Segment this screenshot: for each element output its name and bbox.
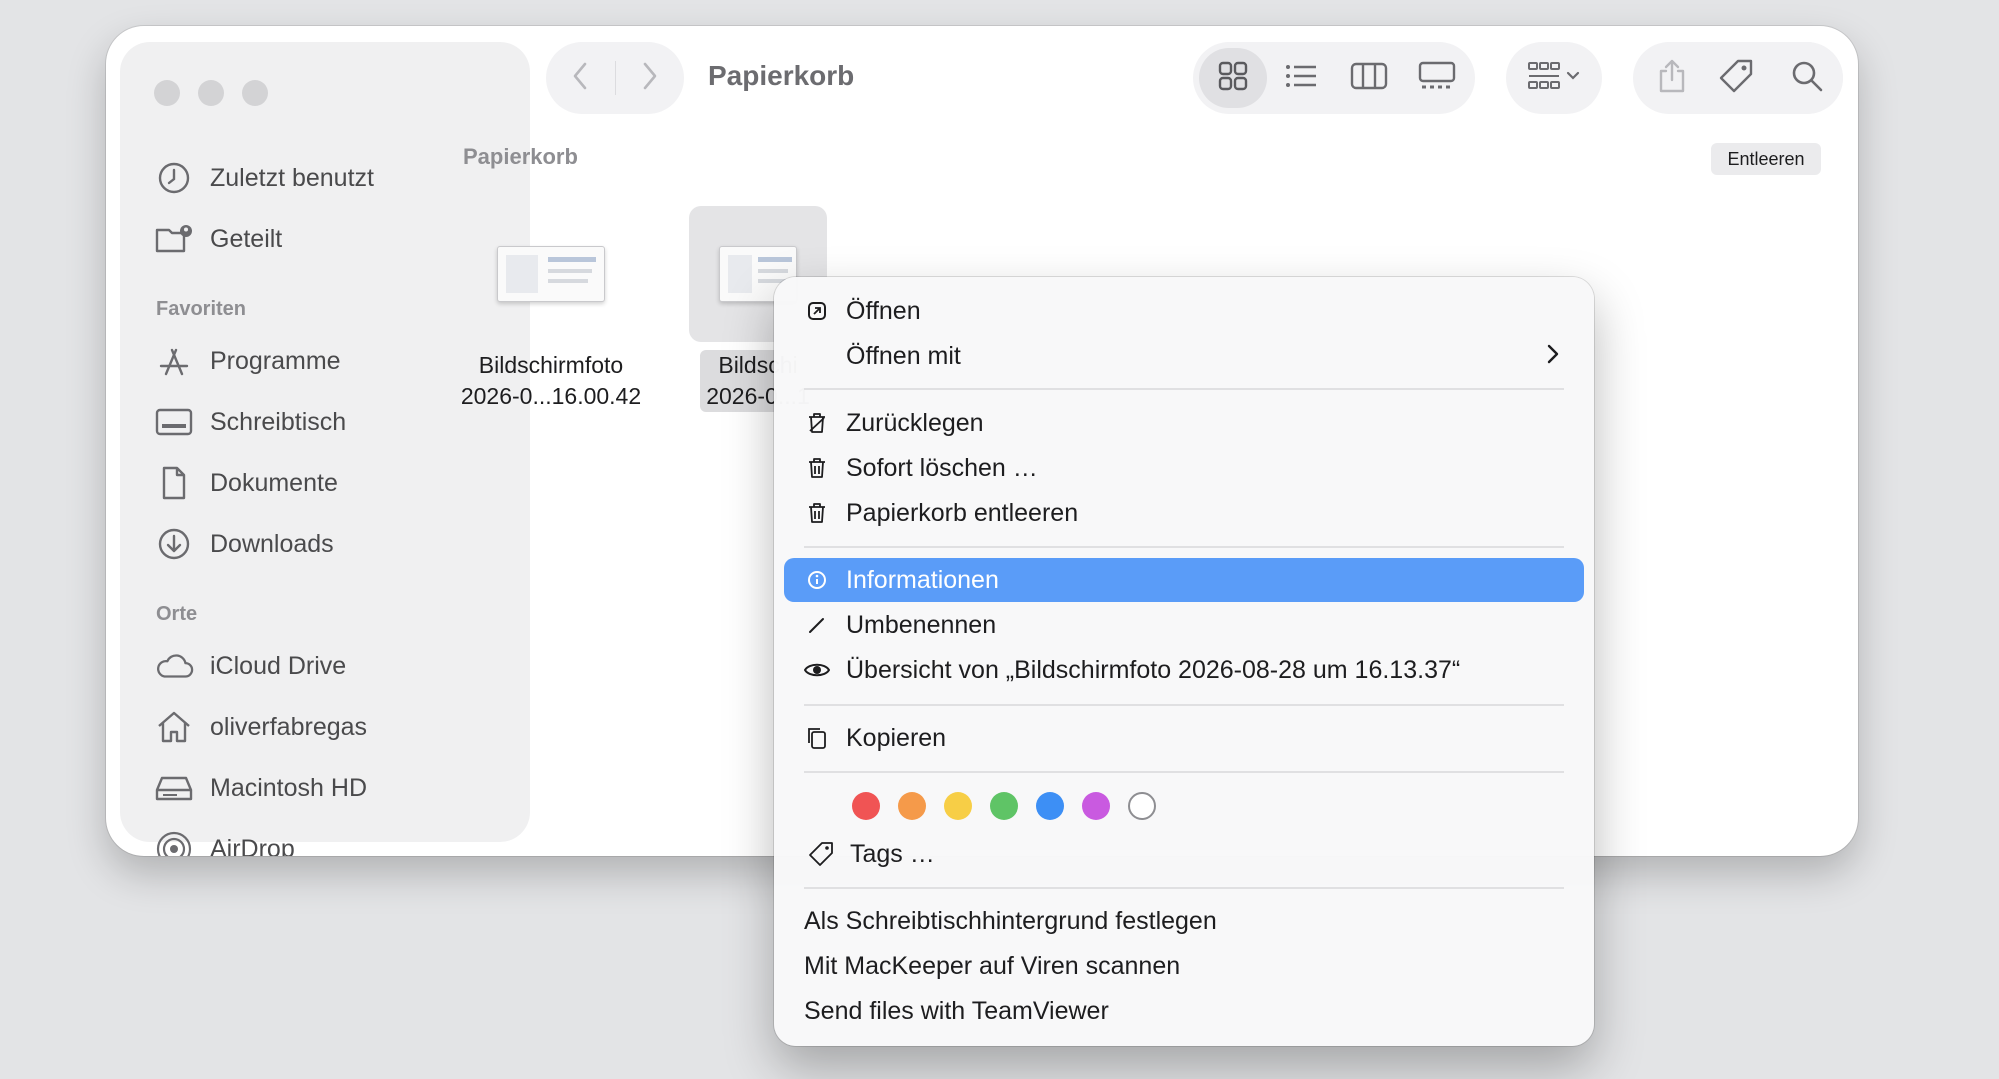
sidebar-item-airdrop[interactable]: AirDrop — [154, 827, 295, 856]
menu-item-set-wallpaper[interactable]: Als Schreibtischhintergrund festlegen — [784, 899, 1584, 943]
search-button[interactable] — [1771, 42, 1843, 114]
menu-item-tags[interactable]: Tags … — [784, 832, 1584, 876]
file-item[interactable]: Bildschirmfoto 2026-0...16.00.42 — [451, 206, 651, 412]
menu-item-copy[interactable]: Kopieren — [784, 716, 1584, 760]
close-window-button[interactable] — [154, 80, 180, 106]
tag-yellow[interactable] — [944, 792, 972, 820]
menu-item-delete-now[interactable]: Sofort löschen … — [784, 446, 1584, 490]
sidebar-item-recents[interactable]: Zuletzt benutzt — [154, 156, 374, 200]
sidebar-item-label: oliverfabregas — [210, 712, 368, 741]
menu-separator — [804, 704, 1564, 706]
menu-separator — [804, 771, 1564, 773]
info-icon — [798, 561, 836, 599]
chevron-left-icon — [571, 61, 589, 96]
menu-item-get-info[interactable]: Informationen — [784, 558, 1584, 602]
group-grid-icon — [1527, 61, 1581, 96]
home-icon — [154, 707, 194, 747]
sidebar-item-label: Programme — [210, 346, 341, 375]
sidebar-item-label: Zuletzt benutzt — [210, 163, 374, 192]
menu-item-open-with[interactable]: Öffnen mit — [784, 334, 1584, 378]
group-by-button[interactable] — [1506, 42, 1602, 114]
sidebar-item-home[interactable]: oliverfabregas — [154, 705, 367, 749]
sidebar-item-label: Macintosh HD — [210, 773, 367, 802]
trash-icon — [798, 449, 836, 487]
minimize-window-button[interactable] — [198, 80, 224, 106]
disk-icon — [154, 768, 194, 808]
tag-green[interactable] — [990, 792, 1018, 820]
download-icon — [154, 524, 194, 564]
list-view-button[interactable] — [1267, 48, 1335, 108]
places-heading: Orte — [156, 603, 198, 625]
desktop-icon — [154, 402, 194, 442]
copy-icon — [798, 719, 836, 757]
menu-item-empty-trash[interactable]: Papierkorb entleeren — [784, 491, 1584, 535]
sidebar-item-label: iCloud Drive — [210, 651, 347, 680]
share-icon[interactable] — [1657, 58, 1687, 99]
gallery-view-button[interactable] — [1403, 48, 1471, 108]
menu-item-rename[interactable]: Umbenennen — [784, 603, 1584, 647]
sidebar-item-icloud-drive[interactable]: iCloud Drive — [154, 644, 346, 688]
chevron-right-icon — [1546, 342, 1560, 373]
trash-icon — [798, 494, 836, 532]
context-menu: Öffnen Öffnen mit Zurücklegen Sofort lös… — [774, 277, 1594, 1046]
menu-separator — [804, 887, 1564, 889]
search-icon — [1790, 59, 1824, 98]
gallery-icon — [1418, 61, 1456, 96]
airdrop-icon — [154, 829, 194, 856]
sidebar-item-label: Geteilt — [210, 224, 283, 253]
document-icon — [154, 463, 194, 503]
view-mode-switcher — [1193, 42, 1475, 114]
menu-item-open[interactable]: Öffnen — [784, 289, 1584, 333]
eye-icon — [798, 651, 836, 689]
menu-item-put-back[interactable]: Zurücklegen — [784, 401, 1584, 445]
tag-blue[interactable] — [1036, 792, 1064, 820]
empty-trash-button[interactable]: Entleeren — [1711, 143, 1821, 175]
sidebar-item-macintosh-hd[interactable]: Macintosh HD — [154, 766, 367, 810]
pencil-icon — [798, 606, 836, 644]
window-controls — [154, 80, 268, 106]
sidebar-item-label: Schreibtisch — [210, 407, 347, 436]
tag-red[interactable] — [852, 792, 880, 820]
sidebar-item-label: AirDrop — [210, 834, 295, 857]
grid-icon — [1217, 60, 1249, 97]
menu-item-mackeeper-scan[interactable]: Mit MacKeeper auf Viren scannen — [784, 944, 1584, 988]
list-icon — [1284, 62, 1318, 95]
menu-item-quick-look[interactable]: Übersicht von „Bildschirmfoto 2026-08-28… — [784, 648, 1584, 692]
tag-icon — [802, 835, 840, 873]
zoom-window-button[interactable] — [242, 80, 268, 106]
cloud-icon — [154, 646, 194, 686]
back-button[interactable] — [546, 42, 615, 114]
sidebar-item-desktop[interactable]: Schreibtisch — [154, 400, 346, 444]
icon-view-button[interactable] — [1199, 48, 1267, 108]
file-name: Bildschirmfoto 2026-0...16.00.42 — [460, 352, 642, 409]
chevron-right-icon — [641, 61, 659, 96]
trash-restore-icon — [798, 404, 836, 442]
sidebar-item-downloads[interactable]: Downloads — [154, 522, 334, 566]
open-icon — [798, 292, 836, 330]
tag-icon[interactable] — [1718, 58, 1754, 99]
menu-separator — [804, 546, 1564, 548]
clock-icon — [154, 158, 194, 198]
tag-orange[interactable] — [898, 792, 926, 820]
sidebar-item-label: Downloads — [210, 529, 334, 558]
tag-purple[interactable] — [1082, 792, 1110, 820]
menu-item-teamviewer-send[interactable]: Send files with TeamViewer — [784, 989, 1584, 1033]
column-view-button[interactable] — [1335, 48, 1403, 108]
forward-button[interactable] — [616, 42, 685, 114]
sidebar-item-shared[interactable]: Geteilt — [154, 217, 282, 261]
shared-folder-icon — [154, 219, 194, 259]
tag-gray[interactable] — [1128, 792, 1156, 820]
applications-icon — [154, 341, 194, 381]
navigation-buttons — [546, 42, 684, 114]
menu-separator — [804, 388, 1564, 390]
path-label: Papierkorb — [463, 144, 578, 169]
window-title: Papierkorb — [708, 60, 855, 91]
favorites-heading: Favoriten — [156, 298, 247, 320]
sidebar-item-applications[interactable]: Programme — [154, 339, 341, 383]
columns-icon — [1350, 61, 1388, 96]
file-thumbnail — [482, 206, 620, 342]
tag-color-picker — [852, 792, 1156, 820]
sidebar-item-documents[interactable]: Dokumente — [154, 461, 338, 505]
sidebar-item-label: Dokumente — [210, 468, 338, 497]
